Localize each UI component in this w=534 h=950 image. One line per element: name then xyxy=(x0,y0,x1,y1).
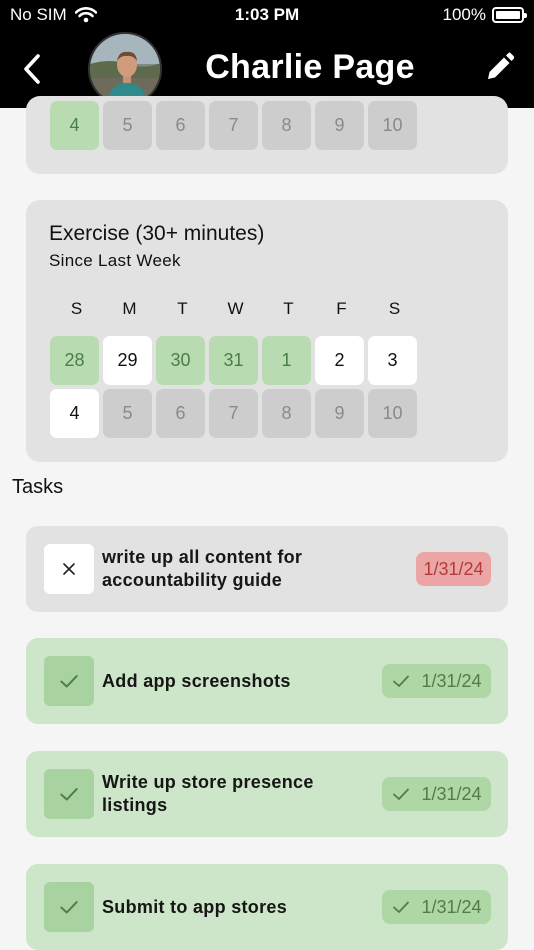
day-cell[interactable]: 1 xyxy=(262,336,311,385)
day-cell[interactable]: 4 xyxy=(50,101,99,150)
task-title-text: Write up store presence listings xyxy=(102,772,314,815)
task-title: Write up store presence listings xyxy=(102,751,372,837)
habit-subtitle: Since Last Week xyxy=(49,251,181,270)
checkmark-icon xyxy=(393,901,410,913)
task-item[interactable]: Submit to app stores 1/31/24 xyxy=(26,864,508,950)
back-button[interactable] xyxy=(18,52,48,86)
due-date-badge: 1/31/24 xyxy=(382,777,491,811)
weekday-label: T xyxy=(177,299,188,318)
task-title: Add app screenshots xyxy=(102,638,372,724)
habit-day-grid: 4 5 6 7 8 9 10 xyxy=(50,101,417,150)
avatar[interactable] xyxy=(88,32,162,106)
checkmark-icon xyxy=(60,675,78,688)
due-date-badge: 1/31/24 xyxy=(382,890,491,924)
task-checkbox[interactable] xyxy=(44,656,94,706)
day-cell: 9 xyxy=(315,389,364,438)
day-cell: 5 xyxy=(103,101,152,150)
due-date-badge: 1/31/24 xyxy=(416,552,491,586)
day-cell: 9 xyxy=(315,101,364,150)
checkmark-icon xyxy=(60,901,78,914)
task-title: write up all content for accountability … xyxy=(102,526,372,612)
task-title-text: Submit to app stores xyxy=(102,896,288,917)
day-cell: 10 xyxy=(368,101,417,150)
due-date-text: 1/31/24 xyxy=(423,558,484,579)
task-checkbox[interactable] xyxy=(44,769,94,819)
weekday-label: M xyxy=(122,299,137,318)
day-cell: 5 xyxy=(103,389,152,438)
habit-card-previous: 4 5 6 7 8 9 10 xyxy=(26,96,508,174)
task-item[interactable]: Write up store presence listings 1/31/24 xyxy=(26,751,508,837)
weekday-header: S M T W T F S xyxy=(50,299,421,319)
checkmark-icon xyxy=(393,675,410,687)
day-cell[interactable]: 28 xyxy=(50,336,99,385)
top-bar: No SIM 1:03 PM 100% Charlie Page xyxy=(0,0,534,108)
task-checkbox[interactable] xyxy=(44,544,94,594)
day-cell: 8 xyxy=(262,101,311,150)
page-title: Charlie Page xyxy=(205,48,415,86)
checkmark-icon xyxy=(60,788,78,801)
due-date-badge: 1/31/24 xyxy=(382,664,491,698)
task-title: Submit to app stores xyxy=(102,864,372,950)
chevron-left-icon xyxy=(24,54,40,84)
weekday-label: T xyxy=(283,299,294,318)
day-cell: 10 xyxy=(368,389,417,438)
task-title-text: Add app screenshots xyxy=(102,670,291,691)
close-icon xyxy=(63,563,75,575)
day-cell: 7 xyxy=(209,389,258,438)
day-cell: 8 xyxy=(262,389,311,438)
due-date-text: 1/31/24 xyxy=(421,896,482,917)
day-cell[interactable]: 30 xyxy=(156,336,205,385)
task-item[interactable]: Add app screenshots 1/31/24 xyxy=(26,638,508,724)
day-cell[interactable]: 3 xyxy=(368,336,417,385)
task-title-text: write up all content for accountability … xyxy=(102,547,303,590)
weekday-label: F xyxy=(336,299,347,318)
weekday-label: S xyxy=(70,299,83,318)
day-cell: 6 xyxy=(156,101,205,150)
day-cell[interactable]: 29 xyxy=(103,336,152,385)
due-date-text: 1/31/24 xyxy=(421,670,482,691)
battery-info: 100% xyxy=(442,5,527,25)
day-cell[interactable]: 2 xyxy=(315,336,364,385)
day-cell[interactable]: 31 xyxy=(209,336,258,385)
battery-percent: 100% xyxy=(442,5,486,24)
due-date-text: 1/31/24 xyxy=(421,783,482,804)
status-bar: No SIM 1:03 PM 100% xyxy=(0,0,534,30)
day-cell: 7 xyxy=(209,101,258,150)
edit-button[interactable] xyxy=(484,52,515,84)
habit-card-exercise[interactable]: Exercise (30+ minutes) Since Last Week S… xyxy=(26,200,508,462)
pencil-icon xyxy=(488,52,515,79)
day-cell: 6 xyxy=(156,389,205,438)
task-item[interactable]: write up all content for accountability … xyxy=(26,526,508,612)
habit-title: Exercise (30+ minutes) xyxy=(49,222,265,245)
habit-day-grid: 28 29 30 31 1 2 3 4 5 6 7 8 9 10 xyxy=(50,336,417,438)
checkmark-icon xyxy=(393,788,410,800)
day-cell[interactable]: 4 xyxy=(50,389,99,438)
task-checkbox[interactable] xyxy=(44,882,94,932)
weekday-label: W xyxy=(227,299,244,318)
tasks-section-label: Tasks xyxy=(12,476,64,498)
battery-icon xyxy=(492,7,527,23)
weekday-label: S xyxy=(388,299,401,318)
